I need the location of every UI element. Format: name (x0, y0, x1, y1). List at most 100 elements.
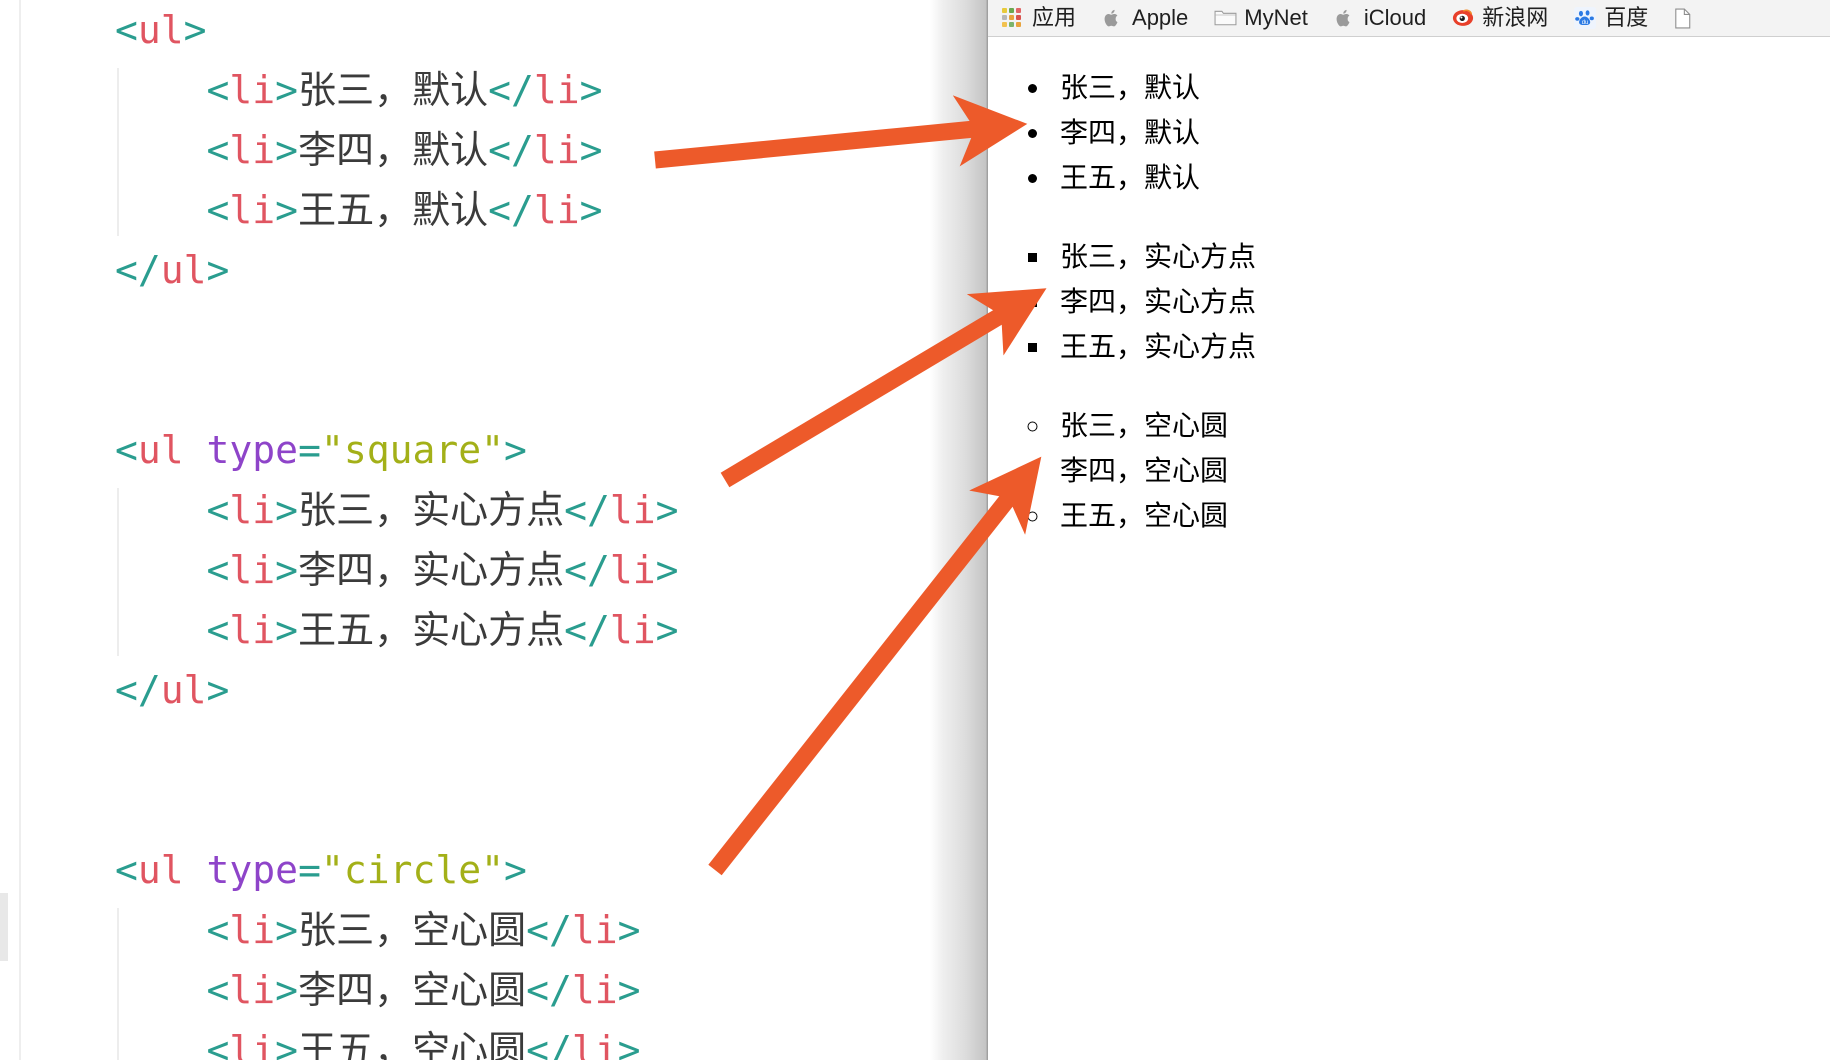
list-item: 王五，默认 (1052, 155, 1830, 200)
code-token-bracket: < (115, 428, 138, 472)
list-item: 王五，实心方点 (1052, 324, 1830, 369)
code-token-tag: ul (137, 428, 184, 472)
bookmark-item-新浪网[interactable]: 新浪网 (1452, 7, 1548, 29)
code-line[interactable] (0, 360, 988, 420)
code-token-text: 张三，默认 (298, 68, 489, 112)
code-token-bracket: </ (564, 548, 610, 592)
code-token-bracket: </ (564, 488, 610, 532)
browser-bookmark-bar: 应用 Apple MyNet iCloud 新浪网 du 百度 (988, 0, 1830, 37)
code-line[interactable]: </ul> (0, 240, 988, 300)
code-line[interactable]: <li>王五，默认</li> (0, 180, 988, 240)
code-token-text: 张三，实心方点 (298, 488, 565, 532)
code-token-bracket: < (206, 68, 230, 112)
code-token-tag: li (533, 128, 580, 172)
code-token-bracket: > (617, 908, 641, 952)
bookmark-item-百度[interactable]: du 百度 (1574, 7, 1648, 29)
code-token-bracket: < (206, 548, 230, 592)
code-line[interactable]: <li>李四，实心方点</li> (0, 540, 988, 600)
rendered-list-circle: 张三，空心圆李四，空心圆王五，空心圆 (988, 403, 1830, 538)
code-token-bracket: > (655, 608, 679, 652)
code-token-bracket: > (275, 908, 299, 952)
bookmark-item-iCloud[interactable]: iCloud (1334, 7, 1426, 29)
code-token-attr: type (206, 848, 299, 892)
code-token-bracket: > (503, 848, 527, 892)
code-line[interactable]: <li>张三，实心方点</li> (0, 480, 988, 540)
code-token-tag: li (571, 968, 618, 1012)
code-token-bracket: </ (488, 68, 534, 112)
indent-guide (117, 488, 119, 656)
list-item: 张三，默认 (1052, 65, 1830, 110)
code-token-bracket: > (275, 1028, 299, 1060)
code-token-tag: li (229, 548, 276, 592)
code-line[interactable]: <ul type="circle"> (0, 840, 988, 900)
code-token-bracket: > (275, 608, 299, 652)
baidu-paw-icon: du (1574, 7, 1597, 29)
code-token-str: "square" (320, 428, 504, 472)
code-line[interactable]: <ul> (0, 0, 988, 60)
code-token-bracket: </ (115, 248, 161, 292)
code-token-bracket: < (115, 848, 138, 892)
code-line[interactable] (0, 300, 988, 360)
code-text-area[interactable]: <ul> <li>张三，默认</li> <li>李四，默认</li> <li>王… (0, 0, 988, 1060)
code-token-str: "circle" (320, 848, 504, 892)
page-icon (1674, 7, 1696, 29)
code-token-text: 张三，空心圆 (298, 908, 527, 952)
code-line[interactable] (0, 780, 988, 840)
bookmark-label: 新浪网 (1482, 5, 1549, 30)
code-editor-pane: <ul> <li>张三，默认</li> <li>李四，默认</li> <li>王… (0, 0, 988, 1060)
code-token-tag: ul (137, 848, 184, 892)
code-token-bracket: > (275, 128, 299, 172)
list-item: 李四，实心方点 (1052, 279, 1830, 324)
bookmark-item-MyNet[interactable]: MyNet (1214, 7, 1308, 29)
code-token-tag: li (571, 908, 618, 952)
code-token-tag: ul (137, 8, 184, 52)
code-token-bracket: < (206, 968, 230, 1012)
rendered-list-disc: 张三，默认李四，默认王五，默认 (988, 65, 1830, 200)
code-token-tag: li (229, 608, 276, 652)
code-line[interactable]: <li>王五，实心方点</li> (0, 600, 988, 660)
code-token-tag: li (229, 188, 276, 232)
folder-icon (1214, 7, 1237, 29)
code-line[interactable]: <li>张三，空心圆</li> (0, 900, 988, 960)
list-item: 李四，空心圆 (1052, 448, 1830, 493)
code-token-eq: = (298, 848, 321, 892)
code-token-tag: li (229, 908, 276, 952)
code-token-tag: li (533, 68, 580, 112)
code-token-bracket: < (115, 8, 138, 52)
code-line[interactable]: <li>张三，默认</li> (0, 60, 988, 120)
bookmark-item-page[interactable] (1674, 7, 1696, 29)
code-token-bracket: </ (488, 188, 534, 232)
code-token-bracket: > (275, 968, 299, 1012)
code-token-bracket: < (206, 1028, 230, 1060)
rendered-list-square: 张三，实心方点李四，实心方点王五，实心方点 (988, 234, 1830, 369)
code-token-text: 李四，默认 (298, 128, 489, 172)
code-token-bracket: > (579, 68, 603, 112)
code-token-tag: li (609, 488, 656, 532)
rendered-page-content: 张三，默认李四，默认王五，默认张三，实心方点李四，实心方点王五，实心方点张三，空… (988, 37, 1830, 1060)
indent-guide (117, 68, 119, 236)
apple-icon (1334, 7, 1356, 29)
code-token-text: 王五，空心圆 (298, 1028, 527, 1060)
code-token-bracket: > (275, 548, 299, 592)
code-line[interactable]: <li>李四，空心圆</li> (0, 960, 988, 1020)
code-token-bracket: > (183, 8, 207, 52)
browser-pane: 应用 Apple MyNet iCloud 新浪网 du 百度 张三，默认李四，默认王五，默… (988, 0, 1830, 1060)
code-token-bracket: > (579, 128, 603, 172)
code-line[interactable] (0, 720, 988, 780)
code-line[interactable]: </ul> (0, 660, 988, 720)
bookmark-item-应用[interactable]: 应用 (1002, 7, 1076, 30)
code-token-attr: type (206, 428, 299, 472)
code-line[interactable]: <li>李四，默认</li> (0, 120, 988, 180)
code-token-bracket: </ (488, 128, 534, 172)
bookmark-label: 百度 (1604, 5, 1649, 30)
screenshot-root: <ul> <li>张三，默认</li> <li>李四，默认</li> <li>王… (0, 0, 1830, 1060)
code-token-bracket: > (617, 1028, 641, 1060)
code-line[interactable]: <li>王五，空心圆</li> (0, 1020, 988, 1060)
code-line[interactable]: <ul type="square"> (0, 420, 988, 480)
bookmark-item-Apple[interactable]: Apple (1102, 7, 1188, 29)
